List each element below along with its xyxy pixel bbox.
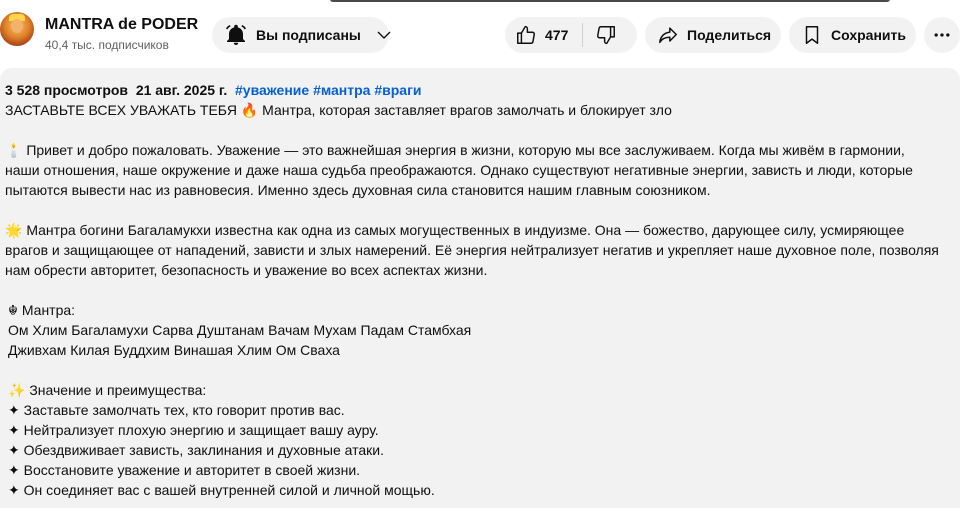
mantra-intro-line: 🌟 Мантра богини Багаламукхи известна как… bbox=[5, 222, 905, 238]
avatar-face-shape bbox=[11, 19, 23, 33]
benefit-item: ✦ Нейтрализует плохую энергию и защищает… bbox=[8, 422, 379, 438]
description-meta: 3 528 просмотров 21 авг. 2025 г. #уважен… bbox=[5, 82, 422, 98]
benefit-item: ✦ Обездвиживает зависть, заклинания и ду… bbox=[8, 442, 384, 458]
subscriber-count: 40,4 тыс. подписчиков bbox=[45, 38, 169, 52]
benefit-item: ✦ Он соединяет вас с вашей внутренней си… bbox=[8, 482, 435, 498]
like-count: 477 bbox=[545, 27, 569, 43]
save-button[interactable]: Сохранить bbox=[789, 17, 916, 53]
more-actions-button[interactable] bbox=[924, 17, 960, 53]
thumb-up-icon bbox=[515, 24, 537, 46]
bookmark-icon bbox=[801, 24, 823, 46]
benefit-item: ✦ Восстановите уважение и авторитет в св… bbox=[8, 462, 361, 478]
subscribed-button[interactable]: Вы подписаны bbox=[212, 17, 391, 53]
mantra-text-line: Дживхам Килая Буддхим Винашая Хлим Ом Св… bbox=[8, 342, 340, 358]
mantra-intro-line: врагов и защищающее от нападений, завист… bbox=[5, 242, 939, 258]
like-button[interactable]: 477 bbox=[505, 17, 582, 53]
intro-line: пытаются вывести нас из равновесия. Имен… bbox=[5, 182, 711, 198]
mantra-heading: ☬ Мантра: bbox=[8, 302, 76, 318]
channel-action-bar: MANTRA de PODER 40,4 тыс. подписчиков Вы… bbox=[0, 10, 962, 60]
chevron-down-icon bbox=[375, 26, 393, 44]
upload-date: 21 авг. 2025 г. bbox=[135, 82, 228, 98]
thumb-down-icon bbox=[595, 24, 617, 46]
save-label: Сохранить bbox=[831, 27, 906, 43]
like-dislike-group: 477 bbox=[505, 17, 637, 53]
benefits-heading: ✨ Значение и преимущества: bbox=[8, 382, 207, 398]
view-count: 3 528 просмотров bbox=[5, 82, 129, 98]
bell-filled-icon bbox=[224, 23, 248, 47]
share-button[interactable]: Поделиться bbox=[645, 17, 781, 53]
channel-name[interactable]: MANTRA de PODER bbox=[45, 16, 198, 34]
channel-avatar[interactable] bbox=[0, 12, 34, 46]
subscribed-label: Вы подписаны bbox=[256, 27, 361, 43]
intro-line: наши отношения, наше окружение и даже на… bbox=[5, 162, 913, 178]
hashtag-link[interactable]: #враги bbox=[374, 82, 421, 98]
hashtag-link[interactable]: #уважение bbox=[235, 82, 309, 98]
mantra-text-line: Ом Хлим Багаламухи Сарва Душтанам Вачам … bbox=[8, 322, 472, 338]
share-label: Поделиться bbox=[687, 27, 772, 43]
share-arrow-icon bbox=[657, 24, 679, 46]
benefit-item: ✦ Заставьте замолчать тех, кто говорит п… bbox=[8, 402, 345, 418]
video-title-overflow bbox=[0, 0, 962, 4]
intro-line: 🕯️ Привет и добро пожаловать. Уважение —… bbox=[5, 142, 905, 158]
hashtag-link[interactable]: #мантра bbox=[313, 82, 370, 98]
description-title-line: ЗАСТАВЬТЕ ВСЕХ УВАЖАТЬ ТЕБЯ 🔥 Мантра, ко… bbox=[5, 102, 672, 118]
mantra-intro-line: нам обрести авторитет, безопасность и ув… bbox=[5, 262, 488, 278]
more-horizontal-icon bbox=[932, 25, 952, 45]
description-panel[interactable]: 3 528 просмотров 21 авг. 2025 г. #уважен… bbox=[0, 68, 960, 508]
dislike-button[interactable] bbox=[583, 17, 629, 53]
